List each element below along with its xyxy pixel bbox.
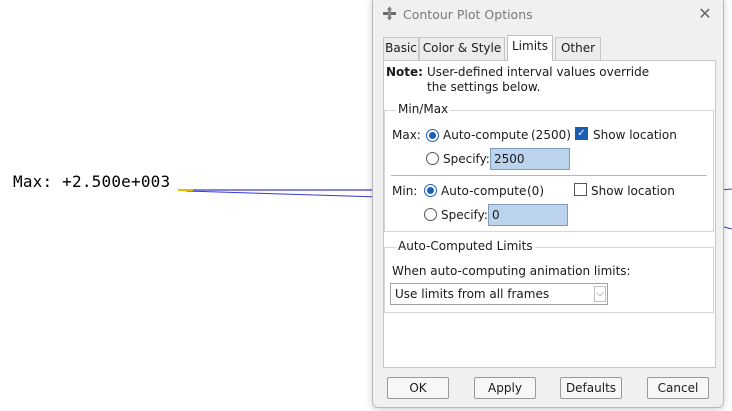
min-auto-value: (0)	[527, 184, 544, 198]
min-auto-compute-radio[interactable]	[424, 184, 437, 197]
dialog-titlebar[interactable]: Contour Plot Options ✕	[373, 0, 723, 29]
note-text: Note: User-defined interval values overr…	[386, 65, 649, 94]
animation-limits-select[interactable]: Use limits from all frames ⌵	[390, 283, 608, 305]
auto-limits-group-title: Auto-Computed Limits	[396, 239, 535, 253]
dialog-title: Contour Plot Options	[403, 7, 533, 22]
max-specify-label[interactable]: Specify:	[443, 152, 490, 166]
limits-panel: Note: User-defined interval values overr…	[383, 60, 716, 368]
model-edge-line	[185, 190, 381, 198]
app-icon	[383, 6, 396, 21]
contour-plot-options-dialog: Contour Plot Options ✕ Basic Color & Sty…	[372, 0, 724, 408]
max-show-location-checkbox[interactable]: ✓	[575, 127, 588, 140]
min-auto-compute-label[interactable]: Auto-compute	[441, 184, 526, 198]
max-specify-input[interactable]: 2500	[490, 148, 570, 170]
tab-other[interactable]: Other	[555, 37, 601, 60]
close-icon[interactable]: ✕	[695, 4, 715, 24]
min-specify-label[interactable]: Specify:	[441, 208, 488, 222]
max-auto-value: (2500)	[531, 128, 571, 142]
min-show-location-checkbox[interactable]	[574, 183, 587, 196]
tab-color-style[interactable]: Color & Style	[419, 37, 505, 60]
minmax-separator	[391, 175, 707, 176]
auto-computed-limits-group: Auto-Computed Limits When auto-computing…	[384, 239, 714, 313]
auto-limits-prompt: When auto-computing animation limits:	[392, 264, 631, 278]
cancel-button[interactable]: Cancel	[647, 377, 709, 399]
note-prefix: Note:	[386, 65, 423, 79]
minmax-group-title: Min/Max	[396, 102, 451, 116]
max-specify-radio[interactable]	[426, 152, 439, 165]
minmax-group: Min/Max Max: Auto-compute (2500) ✓ Show …	[384, 102, 714, 232]
animation-limits-selected: Use limits from all frames	[395, 287, 550, 301]
max-auto-compute-label[interactable]: Auto-compute	[443, 128, 528, 142]
max-label: Max:	[392, 128, 421, 142]
max-show-location-label[interactable]: Show location	[593, 128, 677, 142]
note-line-1: User-defined interval values override	[427, 65, 650, 79]
min-specify-input[interactable]: 0	[488, 204, 568, 226]
apply-button[interactable]: Apply	[474, 377, 536, 399]
min-label: Min:	[392, 184, 418, 198]
min-specify-radio[interactable]	[424, 208, 437, 221]
max-value-label: Max: +2.500e+003	[13, 172, 171, 191]
ok-button[interactable]: OK	[387, 377, 449, 399]
max-auto-compute-radio[interactable]	[426, 129, 439, 142]
min-show-location-label[interactable]: Show location	[591, 184, 675, 198]
note-line-2: the settings below.	[427, 80, 541, 94]
chevron-down-icon[interactable]: ⌵	[594, 286, 606, 302]
defaults-button[interactable]: Defaults	[560, 377, 622, 399]
tab-basic[interactable]: Basic	[383, 37, 419, 60]
tab-limits[interactable]: Limits	[507, 35, 553, 61]
